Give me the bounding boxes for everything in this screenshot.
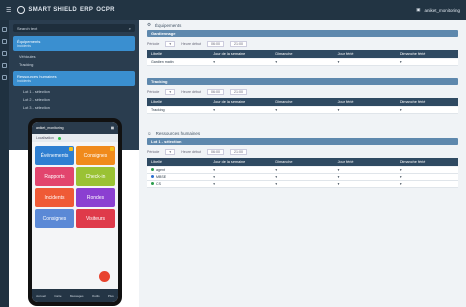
top-bar: ☰ SMART SHIELD ERP OCPR ▣ aniket_monitor… bbox=[0, 0, 466, 20]
status-dot bbox=[57, 136, 61, 140]
phone-user: aniket_monitoring bbox=[36, 126, 64, 130]
section-bar: Tracking bbox=[147, 78, 458, 85]
tile-grid: Événements Consignes Rapports Check-in I… bbox=[32, 142, 118, 232]
section-header: ⚙ Équipements bbox=[147, 22, 182, 28]
alert-button[interactable] bbox=[99, 271, 110, 282]
filters: Période ▾ Heure début 06:00 21:00 bbox=[147, 147, 458, 156]
table-header: Libellé Jour de la semaine Dimanche Jour fé… bbox=[147, 158, 458, 166]
sidebar-group-rh[interactable]: Ressources humaines Incidents bbox=[13, 71, 135, 86]
tile[interactable]: Consignes bbox=[76, 146, 115, 165]
section-bar: Gardiennage bbox=[147, 30, 458, 37]
settings-icon[interactable] bbox=[2, 63, 7, 68]
equipment-icon: ⚙ bbox=[147, 22, 152, 27]
tile[interactable]: Rapports bbox=[35, 167, 74, 186]
search-input[interactable]: Search text ⌕ bbox=[13, 24, 135, 32]
tile[interactable]: Rondes bbox=[76, 188, 115, 207]
nav-item[interactable]: Outils bbox=[92, 294, 100, 298]
sidebar-item[interactable]: Lot 2 - sélection bbox=[9, 96, 139, 104]
table-row[interactable]: Tracking ▾ ▾ ▾ ▾ bbox=[147, 107, 458, 114]
tile[interactable]: Visiteurs bbox=[76, 209, 115, 228]
home-icon[interactable] bbox=[2, 27, 7, 32]
table-header: Libellé Jour de la semaine Dimanche Jour fé… bbox=[147, 50, 458, 58]
icon-rail bbox=[0, 20, 9, 307]
brand: SMART SHIELD ERP OCPR bbox=[17, 6, 115, 14]
tile[interactable]: Consignes bbox=[35, 209, 74, 228]
grid-icon[interactable]: ▦ bbox=[111, 126, 114, 130]
tile[interactable]: Incidents bbox=[35, 188, 74, 207]
phone-header: aniket_monitoring ▦ bbox=[32, 122, 118, 134]
people-icon: ☺ bbox=[147, 130, 152, 136]
sidebar-item[interactable]: Véhicules bbox=[9, 53, 139, 61]
filters: Période ▾ Heure début 06:00 21:00 bbox=[147, 87, 458, 96]
phone-screen: aniket_monitoring ▦ Localisation Événeme… bbox=[32, 122, 118, 302]
list-icon[interactable] bbox=[2, 51, 7, 56]
tile[interactable]: Événements bbox=[35, 146, 74, 165]
sidebar-item[interactable]: Lot 1 - sélection bbox=[9, 88, 139, 96]
nav-item[interactable]: Plus bbox=[108, 294, 114, 298]
grid-icon[interactable] bbox=[2, 39, 7, 44]
app-name: SMART SHIELD bbox=[28, 7, 77, 13]
time-start[interactable]: 06:00 bbox=[206, 40, 224, 47]
table-row[interactable]: agent ▾ ▾ ▾ ▾ bbox=[147, 167, 458, 174]
product-name: ERP bbox=[80, 7, 94, 13]
phone-nav: Accueil Carte Messages Outils Plus bbox=[32, 289, 118, 302]
table-row[interactable]: Gardien matin ▾ ▾ ▾ ▾ bbox=[147, 59, 458, 66]
section-header: ☺ Ressources humaines bbox=[147, 130, 201, 136]
menu-icon[interactable]: ☰ bbox=[6, 7, 11, 14]
report-icon[interactable] bbox=[2, 75, 7, 80]
phone-mockup: aniket_monitoring ▦ Localisation Événeme… bbox=[28, 118, 122, 306]
time-end[interactable]: 21:00 bbox=[229, 148, 247, 155]
sidebar-item[interactable]: Tracking bbox=[9, 61, 139, 69]
notification-icon[interactable]: ▣ bbox=[416, 7, 420, 13]
nav-item[interactable]: Carte bbox=[54, 294, 61, 298]
table-row[interactable]: MBSE ▾ ▾ ▾ ▾ bbox=[147, 174, 458, 181]
logo-icon bbox=[17, 6, 26, 14]
phone-status: Localisation bbox=[32, 134, 118, 142]
search-icon: ⌕ bbox=[128, 25, 131, 31]
sidebar-group-equipements[interactable]: Équipements Incidents bbox=[13, 36, 135, 51]
tile[interactable]: Check-in bbox=[76, 167, 115, 186]
period-select[interactable]: ▾ bbox=[165, 88, 176, 95]
user-name[interactable]: aniket_monitoring bbox=[424, 8, 460, 13]
table-header: Libellé Jour de la semaine Dimanche Jour fé… bbox=[147, 98, 458, 106]
time-start[interactable]: 06:00 bbox=[206, 148, 224, 155]
time-start[interactable]: 06:00 bbox=[206, 88, 224, 95]
nav-item[interactable]: Accueil bbox=[36, 294, 46, 298]
period-select[interactable]: ▾ bbox=[165, 40, 176, 47]
time-end[interactable]: 21:00 bbox=[229, 40, 247, 47]
nav-item[interactable]: Messages bbox=[70, 294, 84, 298]
table-row[interactable]: CS ▾ ▾ ▾ ▾ bbox=[147, 181, 458, 188]
main-content: ⚙ Équipements Gardiennage Période ▾ Heure … bbox=[139, 20, 466, 307]
period-select[interactable]: ▾ bbox=[165, 148, 176, 155]
partner-name: OCPR bbox=[96, 7, 115, 13]
filters: Période ▾ Heure début 06:00 21:00 bbox=[147, 39, 458, 48]
sidebar-item[interactable]: Lot 3 - sélection bbox=[9, 104, 139, 112]
time-end[interactable]: 21:00 bbox=[229, 88, 247, 95]
section-bar: Lot 1 - sélection bbox=[147, 138, 458, 145]
